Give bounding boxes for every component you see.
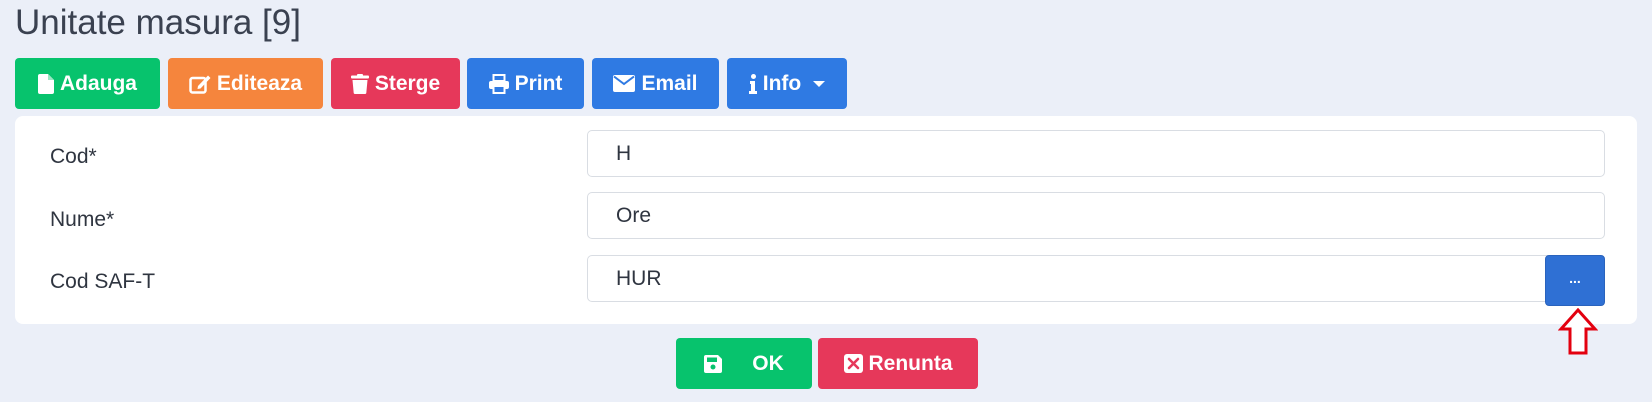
nume-label: Nume* xyxy=(50,208,115,231)
close-box-icon xyxy=(843,354,863,373)
edit-icon xyxy=(189,74,211,94)
cancel-button[interactable]: Renunta xyxy=(818,338,978,389)
caret-down-icon xyxy=(813,80,826,87)
delete-button-label: Sterge xyxy=(374,71,441,95)
saft-label: Cod SAF-T xyxy=(50,270,156,293)
ok-button[interactable]: OK xyxy=(676,338,812,389)
info-button-label: Info xyxy=(762,71,802,95)
page-title: Unitate masura [9] xyxy=(15,3,301,42)
trash-icon xyxy=(350,73,369,94)
email-button[interactable]: Email xyxy=(592,58,719,109)
nume-input[interactable] xyxy=(587,192,1605,239)
add-button-label: Adauga xyxy=(59,71,137,95)
edit-button-label: Editeaza xyxy=(216,71,303,95)
edit-button[interactable]: Editeaza xyxy=(168,58,323,109)
cod-label: Cod* xyxy=(50,145,97,168)
printer-icon xyxy=(488,73,509,94)
info-icon xyxy=(748,73,757,94)
saft-input[interactable] xyxy=(587,255,1557,302)
arrow-up-icon xyxy=(1557,307,1599,361)
form-card: Cod* Nume* Cod SAF-T ... xyxy=(15,116,1637,324)
cod-input[interactable] xyxy=(587,130,1605,177)
email-button-label: Email xyxy=(641,71,698,95)
add-button[interactable]: Adauga xyxy=(15,58,160,109)
envelope-icon xyxy=(613,75,636,92)
info-dropdown-button[interactable]: Info xyxy=(727,58,847,109)
delete-button[interactable]: Sterge xyxy=(331,58,460,109)
print-button[interactable]: Print xyxy=(467,58,584,109)
cancel-button-label: Renunta xyxy=(868,351,953,375)
saft-lookup-button[interactable]: ... xyxy=(1545,255,1605,306)
ok-button-label: OK xyxy=(752,351,784,375)
file-icon xyxy=(37,73,54,94)
print-button-label: Print xyxy=(514,71,563,95)
save-icon xyxy=(704,354,723,373)
